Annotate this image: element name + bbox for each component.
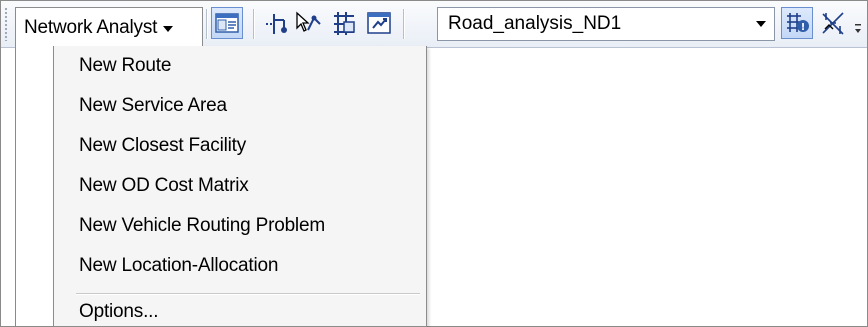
network-dataset-value: Road_analysis_ND1 <box>448 13 622 34</box>
network-analyst-label: Network Analyst <box>24 17 158 38</box>
menu-item-label: New OD Cost Matrix <box>79 174 249 196</box>
network-dataset-dropdown-arrow[interactable] <box>748 8 774 40</box>
build-network-button[interactable]: ! <box>781 7 813 39</box>
toolbar-separator <box>253 9 254 39</box>
menu-item-options[interactable]: Options... <box>54 296 426 327</box>
toolbar-separator <box>403 9 404 39</box>
toolbar-grip[interactable] <box>4 7 8 41</box>
toolbar-separator <box>206 9 207 39</box>
direction-window-icon <box>822 12 844 35</box>
network-analyst-window-button[interactable] <box>211 7 243 39</box>
menu-item-new-closest-facility[interactable]: New Closest Facility <box>54 126 426 165</box>
network-analyst-dropdown[interactable]: Network Analyst <box>15 7 203 48</box>
select-move-location-icon <box>296 11 321 32</box>
build-network-icon: ! <box>787 13 809 33</box>
menu-item-new-vehicle-routing-problem[interactable]: New Vehicle Routing Problem <box>54 206 426 245</box>
create-network-location-icon <box>266 14 287 34</box>
network-dataset-combo[interactable]: Road_analysis_ND1 <box>437 7 775 41</box>
network-analyst-toolbar: Network Analyst Road_analysis_ND1 ! <box>1 1 867 48</box>
menu-item-label: Options... <box>79 300 159 322</box>
network-identify-button[interactable] <box>328 7 360 39</box>
svg-text:!: ! <box>801 22 806 33</box>
menu-item-label: New Route <box>79 54 172 76</box>
network-identify-icon <box>334 12 355 35</box>
menu-item-label: New Service Area <box>79 94 227 116</box>
menu-separator <box>76 293 420 295</box>
menu-item-label: New Vehicle Routing Problem <box>79 214 325 236</box>
menu-item-new-od-cost-matrix[interactable]: New OD Cost Matrix <box>54 166 426 205</box>
menu-item-new-location-allocation[interactable]: New Location-Allocation <box>54 246 426 285</box>
menu-item-label: New Closest Facility <box>79 134 247 156</box>
table-of-contents-edge <box>1 48 16 326</box>
directions-window-button[interactable] <box>817 7 849 39</box>
select-move-location-button[interactable] <box>292 7 324 39</box>
create-network-location-button[interactable] <box>262 7 294 39</box>
chevron-down-icon <box>163 26 174 32</box>
menu-item-label: New Location-Allocation <box>79 254 279 276</box>
menu-item-new-service-area[interactable]: New Service Area <box>54 86 426 125</box>
solve-icon <box>367 12 391 34</box>
network-analyst-menu: New Route New Service Area New Closest F… <box>53 46 427 327</box>
menu-item-new-route[interactable]: New Route <box>54 46 426 85</box>
chevron-down-icon <box>756 21 766 27</box>
network-analyst-window-icon <box>215 13 239 33</box>
solve-button[interactable] <box>363 7 395 39</box>
toolbar-overflow-button[interactable] <box>853 21 863 37</box>
overflow-chevron-icon <box>855 24 861 33</box>
